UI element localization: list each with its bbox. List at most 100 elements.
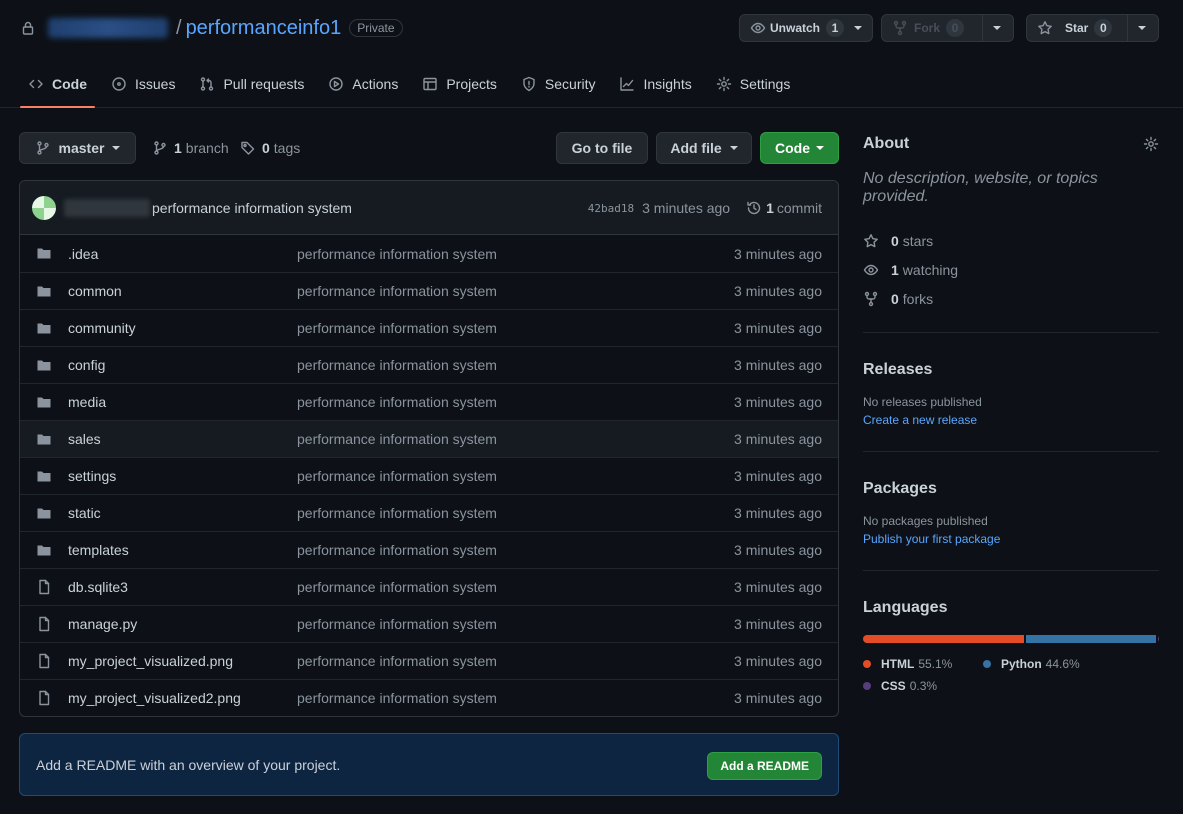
file-name-link[interactable]: .idea [68,246,98,262]
readme-banner: Add a README with an overview of your pr… [19,733,839,796]
file-commit-message[interactable]: performance information system [297,653,497,669]
tags-link[interactable]: 0 tags [240,138,300,158]
table-row[interactable]: templates performance information system 3… [20,531,838,568]
sidebar-divider [863,570,1159,571]
table-row[interactable]: common performance information system 3 mi… [20,272,838,309]
file-commit-message[interactable]: performance information system [297,579,497,595]
star-button[interactable]: Star 0 [1027,15,1127,41]
about-settings-button[interactable] [1143,136,1159,152]
fork-dropdown-button[interactable] [982,15,1011,41]
table-row[interactable]: sales performance information system 3 min… [20,420,838,457]
commit-sha[interactable]: 42bad18 [588,202,634,215]
file-commit-message[interactable]: performance information system [297,246,497,262]
add-readme-button[interactable]: Add a README [707,752,822,780]
table-row[interactable]: .idea performance information system 3 min… [20,235,838,272]
tab-actions[interactable]: Actions [320,62,406,106]
releases-section: Releases No releases published Create a … [863,361,1159,427]
star-count: 0 [1094,19,1113,37]
file-name-link[interactable]: config [68,357,105,373]
language-name: HTML [881,657,915,671]
language-item-css[interactable]: CSS 0.3% [863,675,983,697]
repo-name-link[interactable]: performanceinfo1 [186,17,342,40]
table-row[interactable]: my_project_visualized.png performance inf… [20,642,838,679]
table-row[interactable]: db.sqlite3 performance information system… [20,568,838,605]
fork-button-group: Fork 0 [881,14,1014,42]
file-name-link[interactable]: settings [68,468,116,484]
branch-select-button[interactable]: master [19,132,136,164]
owner-name-redacted[interactable] [48,18,168,38]
stars-label: stars [902,232,934,249]
file-name-link[interactable]: my_project_visualized2.png [68,690,241,706]
commit-message[interactable]: performance information system [152,200,352,216]
fork-button[interactable]: Fork 0 [882,15,982,41]
file-commit-message[interactable]: performance information system [297,394,497,410]
commit-author-redacted[interactable] [64,198,150,217]
file-commit-age: 3 minutes ago [734,245,822,262]
file-commit-message[interactable]: performance information system [297,468,497,484]
tab-settings[interactable]: Settings [708,62,799,106]
file-name-link[interactable]: static [68,505,101,521]
language-color-dot [863,660,871,668]
tags-label: tags [273,140,301,156]
language-color-dot [863,682,871,690]
table-row[interactable]: community performance information system 3… [20,309,838,346]
file-commit-message[interactable]: performance information system [297,690,497,706]
releases-heading[interactable]: Releases [863,361,1159,379]
add-file-button[interactable]: Add file [656,132,752,164]
table-row[interactable]: manage.py performance information system 3… [20,605,838,642]
tab-label: Settings [739,76,791,92]
file-name-link[interactable]: media [68,394,106,410]
commit-history-link[interactable]: 1 commit [746,200,822,216]
file-name-link[interactable]: templates [68,542,129,558]
forks-link[interactable]: 0 forks [863,284,1159,313]
table-row[interactable]: config performance information system 3 mi… [20,346,838,383]
language-color-dot [983,660,991,668]
tab-security[interactable]: Security [513,62,604,106]
avatar[interactable] [32,195,56,220]
tab-insights[interactable]: Insights [611,62,699,106]
packages-heading[interactable]: Packages [863,480,1159,498]
language-item-html[interactable]: HTML 55.1% [863,653,983,675]
play-icon [329,77,344,91]
file-name-link[interactable]: community [68,320,136,336]
table-row[interactable]: static performance information system 3 mi… [20,494,838,531]
file-commit-message[interactable]: performance information system [297,357,497,373]
repo-tabs: Code Issues Pull requests Actions Projects Se… [20,62,806,108]
tab-code[interactable]: Code [20,62,95,108]
table-row[interactable]: media performance information system 3 min… [20,383,838,420]
code-button[interactable]: Code [760,132,839,164]
file-name-link[interactable]: common [68,283,122,299]
file-name-link[interactable]: my_project_visualized.png [68,653,233,669]
table-row[interactable]: settings performance information system 3 … [20,457,838,494]
file-commit-message[interactable]: performance information system [297,431,497,447]
folder-icon-wrap [36,542,52,558]
file-name-link[interactable]: db.sqlite3 [68,579,128,595]
repo-header: / performanceinfo1 Private Unwatch 1 For… [0,0,1183,108]
tab-projects[interactable]: Projects [414,62,505,106]
watching-link[interactable]: 1 watching [863,255,1159,284]
tab-pull-requests[interactable]: Pull requests [191,62,312,106]
tab-issues[interactable]: Issues [103,62,183,106]
language-name: CSS [881,679,906,693]
stars-link[interactable]: 0 stars [863,226,1159,255]
star-dropdown-button[interactable] [1127,15,1156,41]
graph-icon [620,77,635,91]
chevron-down-icon [112,146,121,150]
file-commit-message[interactable]: performance information system [297,505,497,521]
file-name-link[interactable]: sales [68,431,101,447]
repo-sidebar: About No description, website, or topics… [863,130,1159,697]
publish-package-link[interactable]: Publish your first package [863,532,1159,546]
create-release-link[interactable]: Create a new release [863,413,1159,427]
file-commit-message[interactable]: performance information system [297,616,497,632]
file-commit-age: 3 minutes ago [734,357,822,373]
branches-link[interactable]: 1 branch [152,138,229,158]
language-item-python[interactable]: Python 44.6% [983,653,1083,675]
file-commit-message[interactable]: performance information system [297,320,497,336]
stars-count: 0 [891,232,899,249]
watch-button[interactable]: Unwatch 1 [740,15,872,41]
file-name-link[interactable]: manage.py [68,616,137,632]
go-to-file-button[interactable]: Go to file [556,132,648,164]
file-commit-message[interactable]: performance information system [297,542,497,558]
table-row[interactable]: my_project_visualized2.png performance in… [20,679,838,716]
file-commit-message[interactable]: performance information system [297,283,497,299]
